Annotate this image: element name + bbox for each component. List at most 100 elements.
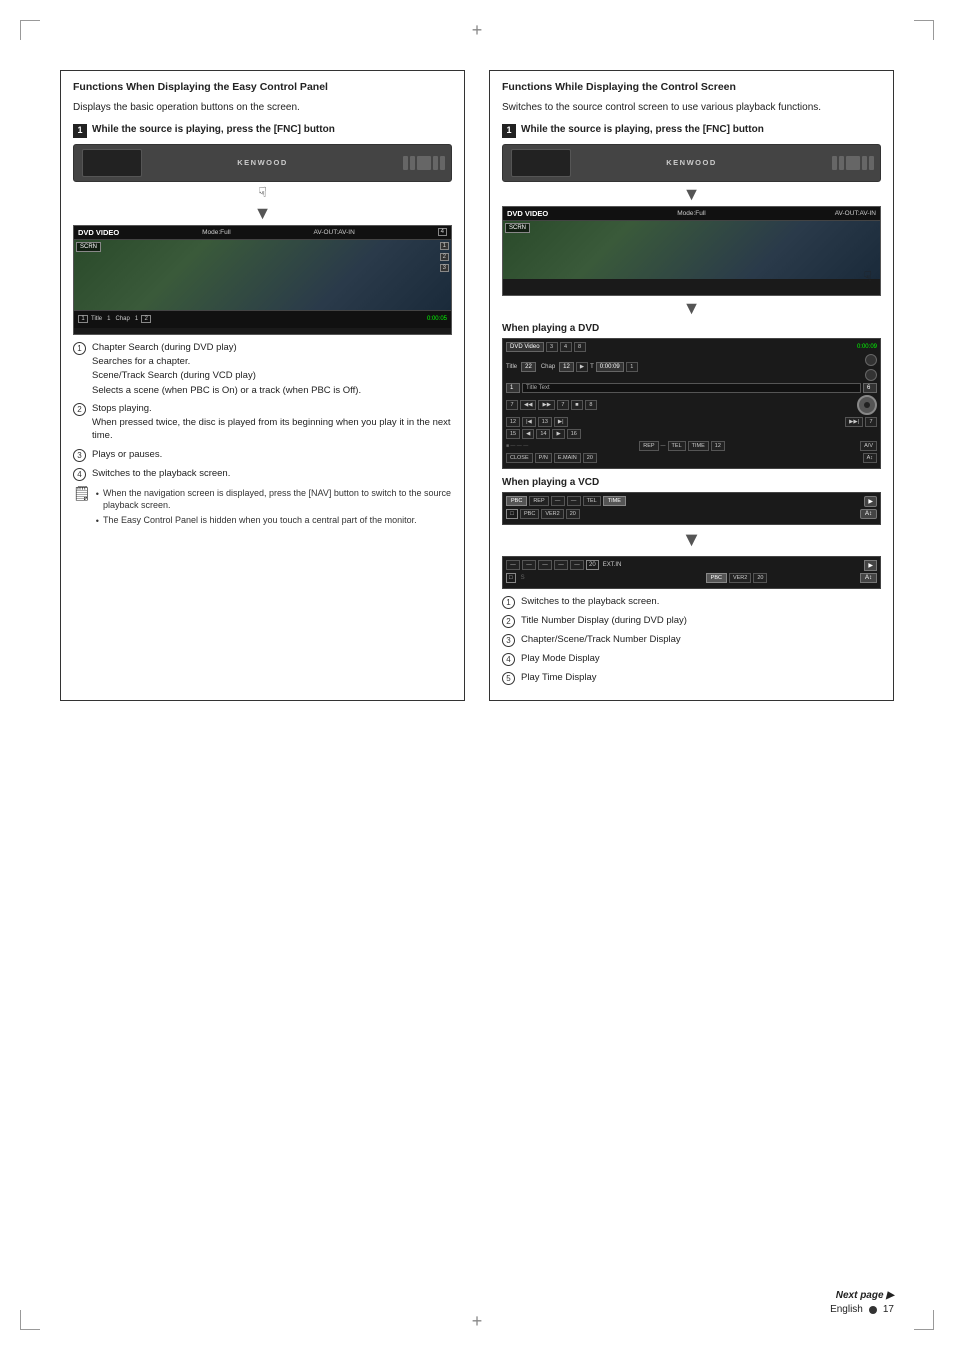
dvd-av2-btn: A↕ — [863, 453, 877, 463]
note-bullet-1: • When the navigation screen is displaye… — [96, 487, 452, 512]
dvd-num-3: 3 — [546, 342, 558, 352]
device-rbtn-5 — [869, 156, 874, 170]
badge-2-left: 2 — [440, 253, 449, 261]
dvd-row-8: CLOSE P/N E.MAIN 20 A↕ — [506, 453, 877, 463]
chap-val: 1 — [135, 316, 138, 322]
dvd-stop: ■ — [571, 400, 583, 410]
screen-image-left: DVD VIDEO Mode:Full AV-OUT:AV-IN 4 SCRN … — [73, 225, 452, 335]
badge-3-left: 3 — [440, 264, 449, 272]
av-out-label-right: AV-OUT:AV-IN — [835, 210, 876, 217]
dvd-r16: 15 — [506, 429, 520, 439]
vcd-corner-1: ▶ — [864, 496, 877, 507]
right-list-item-4: 4 Play Mode Display — [502, 652, 881, 666]
item-num-1: 1 — [73, 342, 86, 355]
arrow-down-right2: ▼ — [502, 299, 881, 317]
dvd-right-zone — [857, 395, 877, 415]
dvd-bar-left: ■ — — — — [506, 443, 637, 449]
right-items-list: 1 Switches to the playback screen. 2 Tit… — [502, 595, 881, 685]
arrow-down-left: ▼ — [73, 204, 452, 222]
right-item-text-3: Chapter/Scene/Track Number Display — [521, 633, 881, 646]
right-column: Functions While Displaying the Control S… — [489, 70, 894, 701]
vcd-r-dash2: — — [522, 560, 536, 570]
device-btn-2 — [410, 156, 415, 170]
badge-1-left: 1 — [440, 242, 449, 250]
dvd-r15: 7 — [865, 417, 877, 427]
note-icon: 🗒 — [73, 485, 91, 502]
kenwood-brand-right: KENWOOD — [666, 158, 717, 167]
dvd-rew: ◀◀ — [520, 400, 536, 410]
dvd-r19: ▶ — [552, 429, 564, 439]
item-text-1: Chapter Search (during DVD play) Searche… — [92, 341, 452, 397]
page-footer: Next page ▶ English 17 — [830, 1290, 894, 1315]
dvd-num-1: 1 — [626, 362, 638, 372]
vcd-r-sq: □ — [506, 573, 516, 583]
dvd-num-4: 4 — [560, 342, 572, 352]
hand-icon-left: ☟ — [73, 184, 452, 201]
note-bullet-2: • The Easy Control Panel is hidden when … — [96, 514, 452, 528]
list-item: 4 Switches to the playback screen. — [73, 467, 452, 481]
right-section-title: Functions While Displaying the Control S… — [502, 81, 881, 95]
scrn-label-right: SCRN — [505, 223, 530, 233]
dvd-row-7: ■ — — — REP — TEL TIME 12 A/V — [506, 441, 877, 451]
dvd-num-right6: 6 — [863, 383, 877, 393]
item-num-2: 2 — [73, 403, 86, 416]
crosshair-bottom: + — [472, 1311, 483, 1332]
right-item-num-5: 5 — [502, 672, 515, 685]
right-list-item-2: 2 Title Number Display (during DVD play) — [502, 614, 881, 628]
dvd-video-cell: DVD Video — [506, 342, 544, 352]
right-list-item-1: 1 Switches to the playback screen. — [502, 595, 881, 609]
vcd-result-row-1: — — — — — 20 EXT.IN ▶ — [506, 560, 877, 571]
next-page-label: Next page ▶ — [830, 1290, 894, 1301]
dvd-t-label: T — [590, 364, 594, 370]
dvd-title-text-field: Title Text — [522, 383, 861, 393]
page-num-line: English 17 — [830, 1304, 894, 1315]
screen-content-left: SCRN 1 2 3 — [74, 240, 451, 310]
dvd-chap-num: 12 — [559, 362, 574, 372]
left-section-title: Functions When Displaying the Easy Contr… — [73, 81, 452, 95]
kenwood-brand-left: KENWOOD — [237, 158, 288, 167]
scrn-overlay: SCRN — [76, 242, 101, 252]
right-item-num-2: 2 — [502, 615, 515, 628]
dvd-disc-center — [864, 402, 870, 408]
device-btn-4 — [433, 156, 438, 170]
title-val: 1 — [107, 316, 110, 322]
device-rbtn-1 — [832, 156, 837, 170]
vcd-20-btn: 20 — [566, 509, 580, 519]
time-val-bottom: 0:00:05 — [427, 316, 447, 322]
device-screen-right — [511, 149, 571, 177]
vcd-rep-btn: REP — [529, 496, 548, 506]
dvd-time-btn: TIME — [688, 441, 709, 451]
dvd-fwd: ▶▶ — [538, 400, 554, 410]
vcd-corner-2: A↕ — [860, 509, 877, 519]
vcd-dash2: — — [567, 496, 581, 506]
device-buttons-left — [403, 156, 445, 170]
vcd-row-1: PBC REP — — TEL TIME ▶ — [506, 496, 877, 507]
av-out-label-left: AV-OUT:AV-IN — [314, 229, 355, 236]
vcd-time-btn: TIME — [603, 496, 626, 506]
item-num-3: 3 — [73, 449, 86, 462]
device-rbtn-3 — [846, 156, 860, 170]
dvd-time-display: 0:00:09 — [857, 344, 877, 350]
bullet-dot-1: • — [96, 488, 99, 501]
right-section-desc: Switches to the source control screen to… — [502, 101, 881, 115]
dvd-prev: |◀ — [522, 417, 536, 427]
dvd-r14: ▶▶| — [845, 417, 863, 427]
vcd-r-pbc: PBC — [706, 573, 727, 583]
right-item-text-5: Play Time Display — [521, 671, 881, 684]
scrn-overlay-right: SCRN — [505, 223, 530, 233]
right-item-text-2: Title Number Display (during DVD play) — [521, 614, 881, 627]
right-step1-label: 1 While the source is playing, press the… — [502, 123, 881, 138]
vcd-pbc-btn: PBC — [506, 496, 527, 506]
list-item: 3 Plays or pauses. — [73, 448, 452, 462]
screen-content-right: SCRN — [503, 221, 880, 279]
dvd-pn-btn: P/N — [535, 453, 552, 463]
bullet-dot-2: • — [96, 515, 99, 528]
right-list-item-5: 5 Play Time Display — [502, 671, 881, 685]
title-label-dvd: Title — [506, 364, 517, 370]
chap-label-dvd: Chap — [541, 364, 555, 370]
vcd-r-corner: ▶ — [864, 560, 877, 571]
dvd-nav-7b: 7 — [557, 400, 569, 410]
dvd-tel-btn: TEL — [668, 441, 686, 451]
scrn-label: SCRN — [76, 242, 101, 252]
bottom-num-2: 2 — [141, 315, 151, 323]
